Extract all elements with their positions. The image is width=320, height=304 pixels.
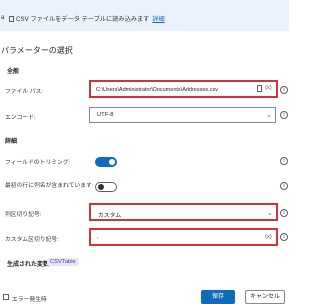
separator-dropdown[interactable]: カスタム ⌄ bbox=[89, 203, 278, 221]
file-path-field[interactable]: C:\Users\Administrator\Documents\Address… bbox=[89, 80, 278, 98]
error-handling-icon[interactable] bbox=[3, 294, 9, 300]
file-icon[interactable] bbox=[257, 85, 262, 92]
separator-label: 列区切り記号: bbox=[5, 212, 42, 218]
custom-separator-field[interactable]: , {x} bbox=[89, 228, 278, 246]
info-icon[interactable]: i bbox=[280, 86, 288, 94]
general-group-title: 全般 bbox=[7, 69, 20, 75]
banner-description: CSV ファイルをデータ テーブルに読み込みます bbox=[16, 16, 150, 23]
trim-toggle[interactable] bbox=[95, 157, 117, 167]
cancel-button[interactable]: キャンセル bbox=[245, 290, 285, 304]
banner-cut-letter: a bbox=[1, 14, 5, 21]
error-handling-link[interactable]: エラー発生時 bbox=[12, 294, 47, 303]
info-icon[interactable]: i bbox=[280, 157, 288, 165]
encoding-value: UTF-8 bbox=[97, 112, 114, 118]
chevron-down-icon: ⌄ bbox=[266, 112, 272, 119]
info-icon[interactable]: i bbox=[280, 209, 288, 217]
separator-value: カスタム bbox=[98, 213, 122, 219]
save-button[interactable]: 保存 bbox=[201, 290, 235, 304]
header-row-toggle[interactable] bbox=[95, 182, 117, 192]
variable-icon[interactable]: {x} bbox=[265, 234, 272, 240]
csv-file-icon bbox=[9, 16, 14, 22]
file-path-label: ファイル パス: bbox=[5, 89, 44, 95]
encoding-dropdown[interactable]: UTF-8 ⌄ bbox=[89, 107, 276, 123]
info-icon[interactable]: i bbox=[280, 182, 288, 190]
learn-more-link[interactable]: 詳細 bbox=[152, 16, 164, 23]
encoding-label: エンコード: bbox=[5, 115, 36, 121]
variable-icon[interactable]: {x} bbox=[265, 85, 272, 91]
chevron-down-icon: ⌄ bbox=[267, 210, 273, 217]
banner-text-row: CSV ファイルをデータ テーブルに読み込みます 詳細 bbox=[9, 14, 165, 23]
generated-variable-chip[interactable]: CSVTable bbox=[47, 258, 79, 266]
toggle-knob bbox=[109, 159, 115, 165]
custom-separator-label: カスタム区切り記号: bbox=[5, 237, 59, 243]
file-path-value: C:\Users\Administrator\Documents\Address… bbox=[96, 87, 218, 93]
custom-separator-value: , bbox=[97, 234, 99, 240]
section-title: パラメーターの選択 bbox=[1, 46, 73, 55]
trim-label: フィールドのトリミング: bbox=[5, 160, 71, 166]
info-icon[interactable]: i bbox=[280, 233, 288, 241]
header-row-label: 最初の行に列名が含まれています: bbox=[5, 183, 94, 189]
toggle-knob bbox=[98, 184, 104, 190]
generated-variables-label: 生成された変数 bbox=[7, 262, 50, 268]
info-icon[interactable]: i bbox=[280, 111, 288, 119]
details-group-title: 詳細 bbox=[5, 139, 18, 145]
